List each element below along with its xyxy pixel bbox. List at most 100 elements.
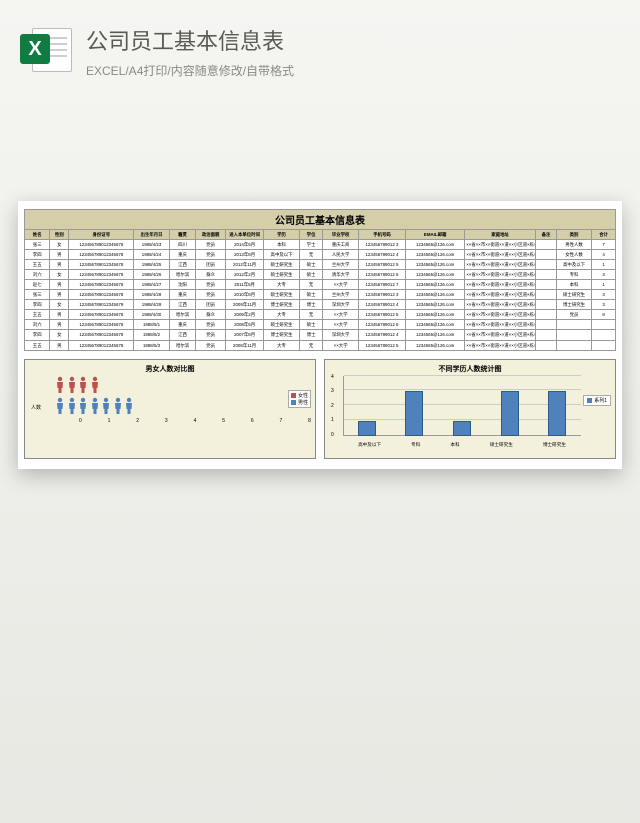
table-row: 李四女1234567890123456791988/4/29江西团员2009年1… xyxy=(25,300,616,310)
table-cell: ××大学 xyxy=(323,320,358,330)
column-header: 政治面貌 xyxy=(196,230,226,240)
table-cell: 4 xyxy=(592,250,616,260)
table-cell: 团员 xyxy=(196,300,226,310)
person-icon xyxy=(55,376,65,394)
table-cell: 男 xyxy=(50,280,69,290)
page-title: 公司员工基本信息表 xyxy=(86,24,294,56)
table-cell: 硕士研究生 xyxy=(264,320,299,330)
person-icon xyxy=(90,376,100,394)
table-cell: 硕士 xyxy=(299,270,323,280)
table-cell: 123456789012345679 xyxy=(69,270,134,280)
table-cell xyxy=(536,340,557,350)
table-cell: 王五 xyxy=(25,260,50,270)
table-cell: 2010年8月 xyxy=(225,290,263,300)
table-cell xyxy=(536,280,557,290)
table-cell: 3 xyxy=(592,290,616,300)
table-cell: 123456789012 6 xyxy=(358,270,405,280)
table-cell: 1234565@126.com xyxy=(406,300,465,310)
table-cell: 1988/5/2 xyxy=(134,330,169,340)
table-cell: 2012年11月 xyxy=(225,260,263,270)
table-cell: 江西 xyxy=(169,330,196,340)
table-cell: ××大学 xyxy=(323,340,358,350)
table-cell: ××省××市××街道××道××小区道×栋×单元×室 xyxy=(465,300,536,310)
table-cell: 无 xyxy=(299,250,323,260)
table-cell: 男 xyxy=(50,310,69,320)
bar xyxy=(548,391,566,436)
table-cell: 1234565@126.com xyxy=(406,310,465,320)
table-cell: 男 xyxy=(50,320,69,330)
table-cell: 党员 xyxy=(196,280,226,290)
table-cell: 硕士 xyxy=(299,320,323,330)
table-cell: 2011年5月 xyxy=(225,280,263,290)
table-cell: ××省××市××街道××道××小区道×栋×单元×室 xyxy=(465,330,536,340)
table-cell: 无 xyxy=(299,310,323,320)
table-cell xyxy=(556,340,591,350)
column-header: 家庭地址 xyxy=(465,230,536,240)
column-header: 手机号码 xyxy=(358,230,405,240)
table-cell: 女 xyxy=(50,330,69,340)
table-cell: 男 xyxy=(50,260,69,270)
person-icon xyxy=(90,397,100,415)
table-cell: 本科 xyxy=(264,240,299,250)
table-cell: 高中及以下 xyxy=(264,250,299,260)
y-axis-ticks: 43210 xyxy=(331,374,334,438)
table-cell: 1234565@126.com xyxy=(406,290,465,300)
table-cell xyxy=(536,300,557,310)
table-cell: 重庆 xyxy=(169,250,196,260)
table-cell: 硕士研究生 xyxy=(264,270,299,280)
table-cell: 专科 xyxy=(556,270,591,280)
table-cell: 李四 xyxy=(25,300,50,310)
table-cell: 高中及以下 xyxy=(556,260,591,270)
table-cell: 张三 xyxy=(25,240,50,250)
table-cell: 女性人数 xyxy=(556,250,591,260)
table-cell: 123456789012345678 xyxy=(69,260,134,270)
bar xyxy=(501,391,519,436)
table-cell: 123456789012345678 xyxy=(69,250,134,260)
table-cell: 女 xyxy=(50,270,69,280)
table-cell: 赵七 xyxy=(25,280,50,290)
table-cell: 兰州大学 xyxy=(323,290,358,300)
table-cell: 重庆 xyxy=(169,290,196,300)
person-icon xyxy=(55,397,65,415)
table-cell: 2009年11月 xyxy=(225,300,263,310)
excel-file-icon: X xyxy=(20,24,72,76)
table-cell xyxy=(592,330,616,340)
column-header: EMAIL邮箱 xyxy=(406,230,465,240)
male-row xyxy=(55,397,311,415)
person-icon xyxy=(113,397,123,415)
column-header: 学历 xyxy=(264,230,299,240)
table-cell: 1988/4/23 xyxy=(134,240,169,250)
table-cell: 1234565@126.com xyxy=(406,240,465,250)
table-cell: 123456789012 5 xyxy=(358,310,405,320)
table-cell: 大专 xyxy=(264,310,299,320)
table-cell: 群众 xyxy=(196,310,226,320)
table-cell: 1988/4/28 xyxy=(134,290,169,300)
table-cell: 群众 xyxy=(196,270,226,280)
column-header: 性别 xyxy=(50,230,69,240)
table-cell: 123456789012345678 xyxy=(69,310,134,320)
column-header: 进入本单位时间 xyxy=(225,230,263,240)
table-cell: 博士研究生 xyxy=(264,330,299,340)
employee-table: 姓名性别身份证号出生年月日籍贯政治面貌进入本单位时间学历学位毕业学校手机号码EM… xyxy=(24,229,616,351)
table-cell: 123456789012345678 xyxy=(69,280,134,290)
table-cell: 123456789012345678 xyxy=(69,340,134,350)
table-cell: 四川 xyxy=(169,240,196,250)
education-chart: 不同学历人数统计图 43210 高中及以下专科本科硕士研究生博士研究生 系列1 xyxy=(324,359,616,459)
table-cell: 1234565@126.com xyxy=(406,320,465,330)
table-cell: 本科 xyxy=(556,280,591,290)
person-icon xyxy=(67,376,77,394)
table-cell: 无 xyxy=(299,280,323,290)
table-cell: 3 xyxy=(592,300,616,310)
table-cell: 1234565@126.com xyxy=(406,260,465,270)
table-cell: 123456789012345679 xyxy=(69,330,134,340)
table-cell: 123456789012 4 xyxy=(358,300,405,310)
table-cell: 团员 xyxy=(196,260,226,270)
bar xyxy=(453,421,471,436)
table-row: 李四男1234567890123456781988/4/24重庆党员2013年8… xyxy=(25,250,616,260)
table-cell xyxy=(536,290,557,300)
table-cell: 大专 xyxy=(264,340,299,350)
table-row: 王五男1234567890123456781988/5/3哈尔滨党员2006年1… xyxy=(25,340,616,350)
table-cell: 123456789012345679 xyxy=(69,300,134,310)
table-cell: 123456789012345678 xyxy=(69,320,134,330)
person-icon xyxy=(78,376,88,394)
